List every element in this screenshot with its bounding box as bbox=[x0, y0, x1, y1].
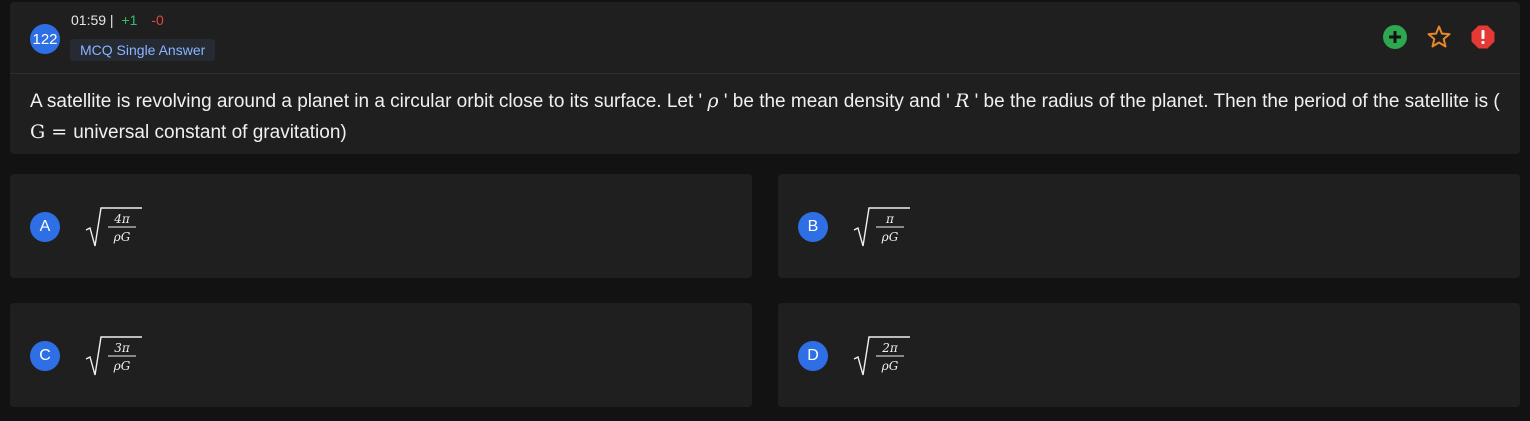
timer-text: 01:59 | bbox=[71, 12, 114, 28]
option-letter-badge: C bbox=[30, 341, 60, 371]
option-letter-badge: D bbox=[798, 341, 828, 371]
negative-marks: -0 bbox=[151, 12, 164, 28]
option-letter-badge: B bbox=[798, 212, 828, 242]
option-formula: 2π ρG bbox=[852, 331, 912, 381]
star-icon[interactable] bbox=[1426, 24, 1452, 50]
rho-symbol: ρ bbox=[707, 90, 719, 112]
question-type-badge: MCQ Single Answer bbox=[70, 39, 216, 61]
option-letter-badge: A bbox=[30, 212, 60, 242]
svg-text:3π: 3π bbox=[114, 341, 131, 355]
svg-text:ρG: ρG bbox=[881, 359, 899, 373]
option-a[interactable]: A 4π ρG bbox=[10, 174, 752, 278]
alert-icon[interactable] bbox=[1470, 24, 1496, 50]
header-divider bbox=[10, 73, 1520, 74]
svg-text:π: π bbox=[885, 212, 895, 226]
svg-text:4π: 4π bbox=[113, 212, 131, 226]
positive-marks: +1 bbox=[121, 12, 138, 28]
option-b[interactable]: B π ρG bbox=[778, 174, 1520, 278]
option-c[interactable]: C 3π ρG bbox=[10, 303, 752, 407]
plus-circle-icon[interactable] bbox=[1382, 24, 1408, 50]
svg-text:ρG: ρG bbox=[113, 359, 131, 373]
option-formula: π ρG bbox=[852, 202, 912, 252]
svg-text:ρG: ρG bbox=[881, 230, 899, 244]
option-formula: 3π ρG bbox=[84, 331, 144, 381]
option-d[interactable]: D 2π ρG bbox=[778, 303, 1520, 407]
option-formula: 4π ρG bbox=[84, 202, 144, 252]
question-number-badge: 122 bbox=[30, 24, 60, 54]
svg-text:ρG: ρG bbox=[113, 230, 131, 244]
gravitation-symbol: G bbox=[30, 121, 46, 143]
svg-text:2π: 2π bbox=[881, 341, 899, 355]
header-actions bbox=[1382, 24, 1496, 50]
question-meta: 01:59 | +1 -0 bbox=[71, 12, 164, 28]
question-card: 122 01:59 | +1 -0 MCQ Single Answer A sa… bbox=[10, 2, 1520, 154]
radius-symbol: R bbox=[955, 90, 970, 112]
question-text: A satellite is revolving around a planet… bbox=[30, 90, 1500, 143]
